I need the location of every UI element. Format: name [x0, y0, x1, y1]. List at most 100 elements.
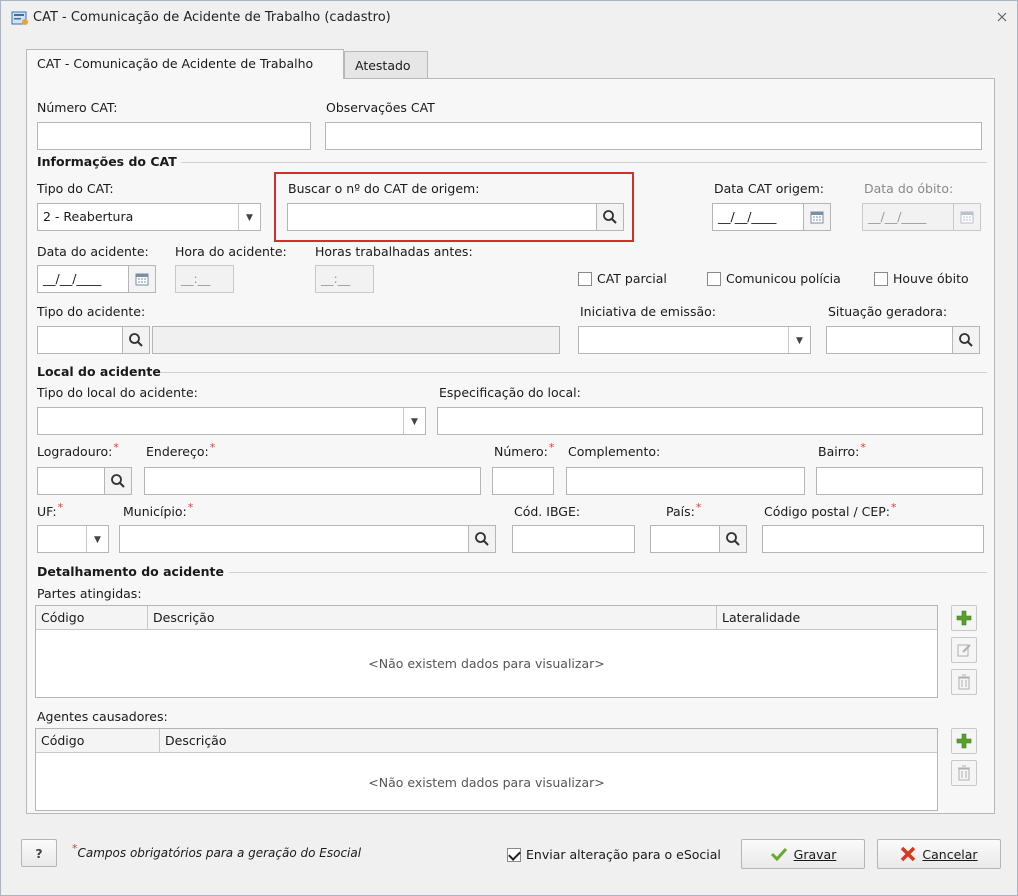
pais-input[interactable] [650, 525, 720, 553]
horas-trabalhadas-input[interactable]: __:__ [315, 265, 374, 293]
col-codigo[interactable]: Código [36, 606, 148, 630]
buscar-cat-input[interactable] [287, 203, 597, 231]
numero-label: Número:* [494, 441, 555, 459]
data-acidente-calendar[interactable] [128, 265, 156, 293]
cat-parcial-checkbox[interactable] [578, 272, 592, 286]
comunicou-policia-checkbox[interactable] [707, 272, 721, 286]
close-icon[interactable] [997, 10, 1007, 26]
partes-empty-message: <Não existem dados para visualizar> [368, 656, 605, 671]
cancelar-button[interactable]: Cancelar [877, 839, 1001, 869]
complemento-input[interactable] [566, 467, 805, 495]
uf-select[interactable]: ▼ [37, 525, 109, 553]
cat-parcial-label: CAT parcial [597, 271, 667, 286]
cod-ibge-label: Cód. IBGE: [514, 504, 581, 519]
tipo-acidente-search-button[interactable] [122, 326, 150, 354]
iniciativa-select[interactable]: ▼ [578, 326, 811, 354]
partes-grid-header: Código Descrição Lateralidade [36, 606, 937, 630]
plus-icon [956, 733, 972, 749]
situacao-label: Situação geradora: [828, 304, 948, 319]
agentes-add-button[interactable] [951, 728, 977, 754]
search-icon [959, 333, 973, 347]
municipio-input[interactable] [119, 525, 469, 553]
partes-edit-button[interactable] [951, 637, 977, 663]
uf-label: UF:* [37, 501, 64, 519]
houve-obito-checkbox[interactable] [874, 272, 888, 286]
cancel-x-icon [901, 846, 916, 862]
tipo-acidente-code-input[interactable] [37, 326, 123, 354]
tab-atestado[interactable]: Atestado [344, 51, 428, 78]
data-cat-origem-calendar[interactable] [803, 203, 831, 231]
window-title: CAT - Comunicação de Acidente de Trabalh… [33, 10, 391, 25]
chevron-down-icon[interactable]: ▼ [403, 408, 425, 434]
col-codigo[interactable]: Código [36, 729, 160, 753]
data-obito-input: __/__/____ [862, 203, 954, 231]
logradouro-search-button[interactable] [104, 467, 132, 495]
col-descricao[interactable]: Descrição [148, 606, 717, 630]
edit-icon [957, 644, 971, 657]
partes-grid[interactable]: Código Descrição Lateralidade <Não exist… [35, 605, 938, 698]
horas-trabalhadas-label: Horas trabalhadas antes: [315, 244, 473, 259]
tab-atestado-label: Atestado [355, 58, 411, 73]
agentes-delete-button[interactable] [951, 760, 977, 786]
col-descricao[interactable]: Descrição [160, 729, 938, 753]
situacao-input[interactable] [826, 326, 953, 354]
gravar-button[interactable]: Gravar [741, 839, 865, 869]
gravar-label: Gravar [793, 846, 837, 862]
bairro-input[interactable] [816, 467, 983, 495]
chevron-down-icon[interactable]: ▼ [788, 327, 810, 353]
situacao-search-button[interactable] [952, 326, 980, 354]
tipo-cat-select[interactable]: 2 - Reabertura ▼ [37, 203, 261, 231]
detalhamento-section-title: Detalhamento do acidente [37, 564, 224, 579]
tipo-local-select[interactable]: ▼ [37, 407, 426, 435]
enviar-esocial-checkbox[interactable] [507, 848, 521, 862]
municipio-label: Município:* [123, 501, 194, 519]
partes-label: Partes atingidas: [37, 586, 142, 601]
detalhamento-separator [229, 572, 987, 573]
tipo-acidente-description [152, 326, 560, 354]
observacoes-input[interactable] [325, 122, 982, 150]
agentes-grid[interactable]: Código Descrição <Não existem dados para… [35, 728, 938, 811]
tipo-local-label: Tipo do local do acidente: [37, 385, 198, 400]
local-separator [161, 372, 987, 373]
chevron-down-icon[interactable]: ▼ [86, 526, 108, 552]
data-cat-origem-label: Data CAT origem: [714, 181, 825, 196]
complemento-label: Complemento: [568, 444, 661, 459]
chevron-down-icon[interactable]: ▼ [238, 204, 260, 230]
enviar-esocial-label: Enviar alteração para o eSocial [526, 847, 721, 862]
check-icon [770, 847, 787, 861]
cat-dialog: CAT - Comunicação de Acidente de Trabalh… [0, 0, 1018, 896]
trash-icon [958, 674, 970, 690]
municipio-search-button[interactable] [468, 525, 496, 553]
cod-ibge-input[interactable] [512, 525, 635, 553]
pais-search-button[interactable] [719, 525, 747, 553]
endereco-label: Endereço:* [146, 441, 216, 459]
tab-cat[interactable]: CAT - Comunicação de Acidente de Trabalh… [26, 49, 344, 79]
logradouro-input[interactable] [37, 467, 105, 495]
data-acidente-input[interactable]: __/__/____ [37, 265, 129, 293]
buscar-search-button[interactable] [596, 203, 624, 231]
numero-input[interactable] [492, 467, 554, 495]
bairro-label: Bairro:* [818, 441, 866, 459]
agentes-empty-message: <Não existem dados para visualizar> [368, 775, 605, 790]
partes-delete-button[interactable] [951, 669, 977, 695]
endereco-input[interactable] [144, 467, 481, 495]
search-icon [726, 532, 740, 546]
numero-cat-input[interactable] [37, 122, 311, 150]
col-lateralidade[interactable]: Lateralidade [717, 606, 938, 630]
info-section-title: Informações do CAT [37, 154, 177, 169]
agentes-label: Agentes causadores: [37, 709, 168, 724]
required-note: *Campos obrigatórios para a geração do E… [72, 842, 362, 860]
tipo-acidente-label: Tipo do acidente: [37, 304, 146, 319]
tipo-cat-label: Tipo do CAT: [37, 181, 114, 196]
data-acidente-label: Data do acidente: [37, 244, 149, 259]
agentes-grid-header: Código Descrição [36, 729, 937, 753]
observacoes-label: Observações CAT [326, 100, 435, 115]
data-cat-origem-input[interactable]: __/__/____ [712, 203, 804, 231]
especificacao-input[interactable] [437, 407, 983, 435]
search-icon [111, 474, 125, 488]
help-icon: ? [35, 845, 43, 861]
partes-add-button[interactable] [951, 605, 977, 631]
help-button[interactable]: ? [21, 839, 57, 867]
hora-acidente-input[interactable]: __:__ [175, 265, 234, 293]
cep-input[interactable] [762, 525, 984, 553]
